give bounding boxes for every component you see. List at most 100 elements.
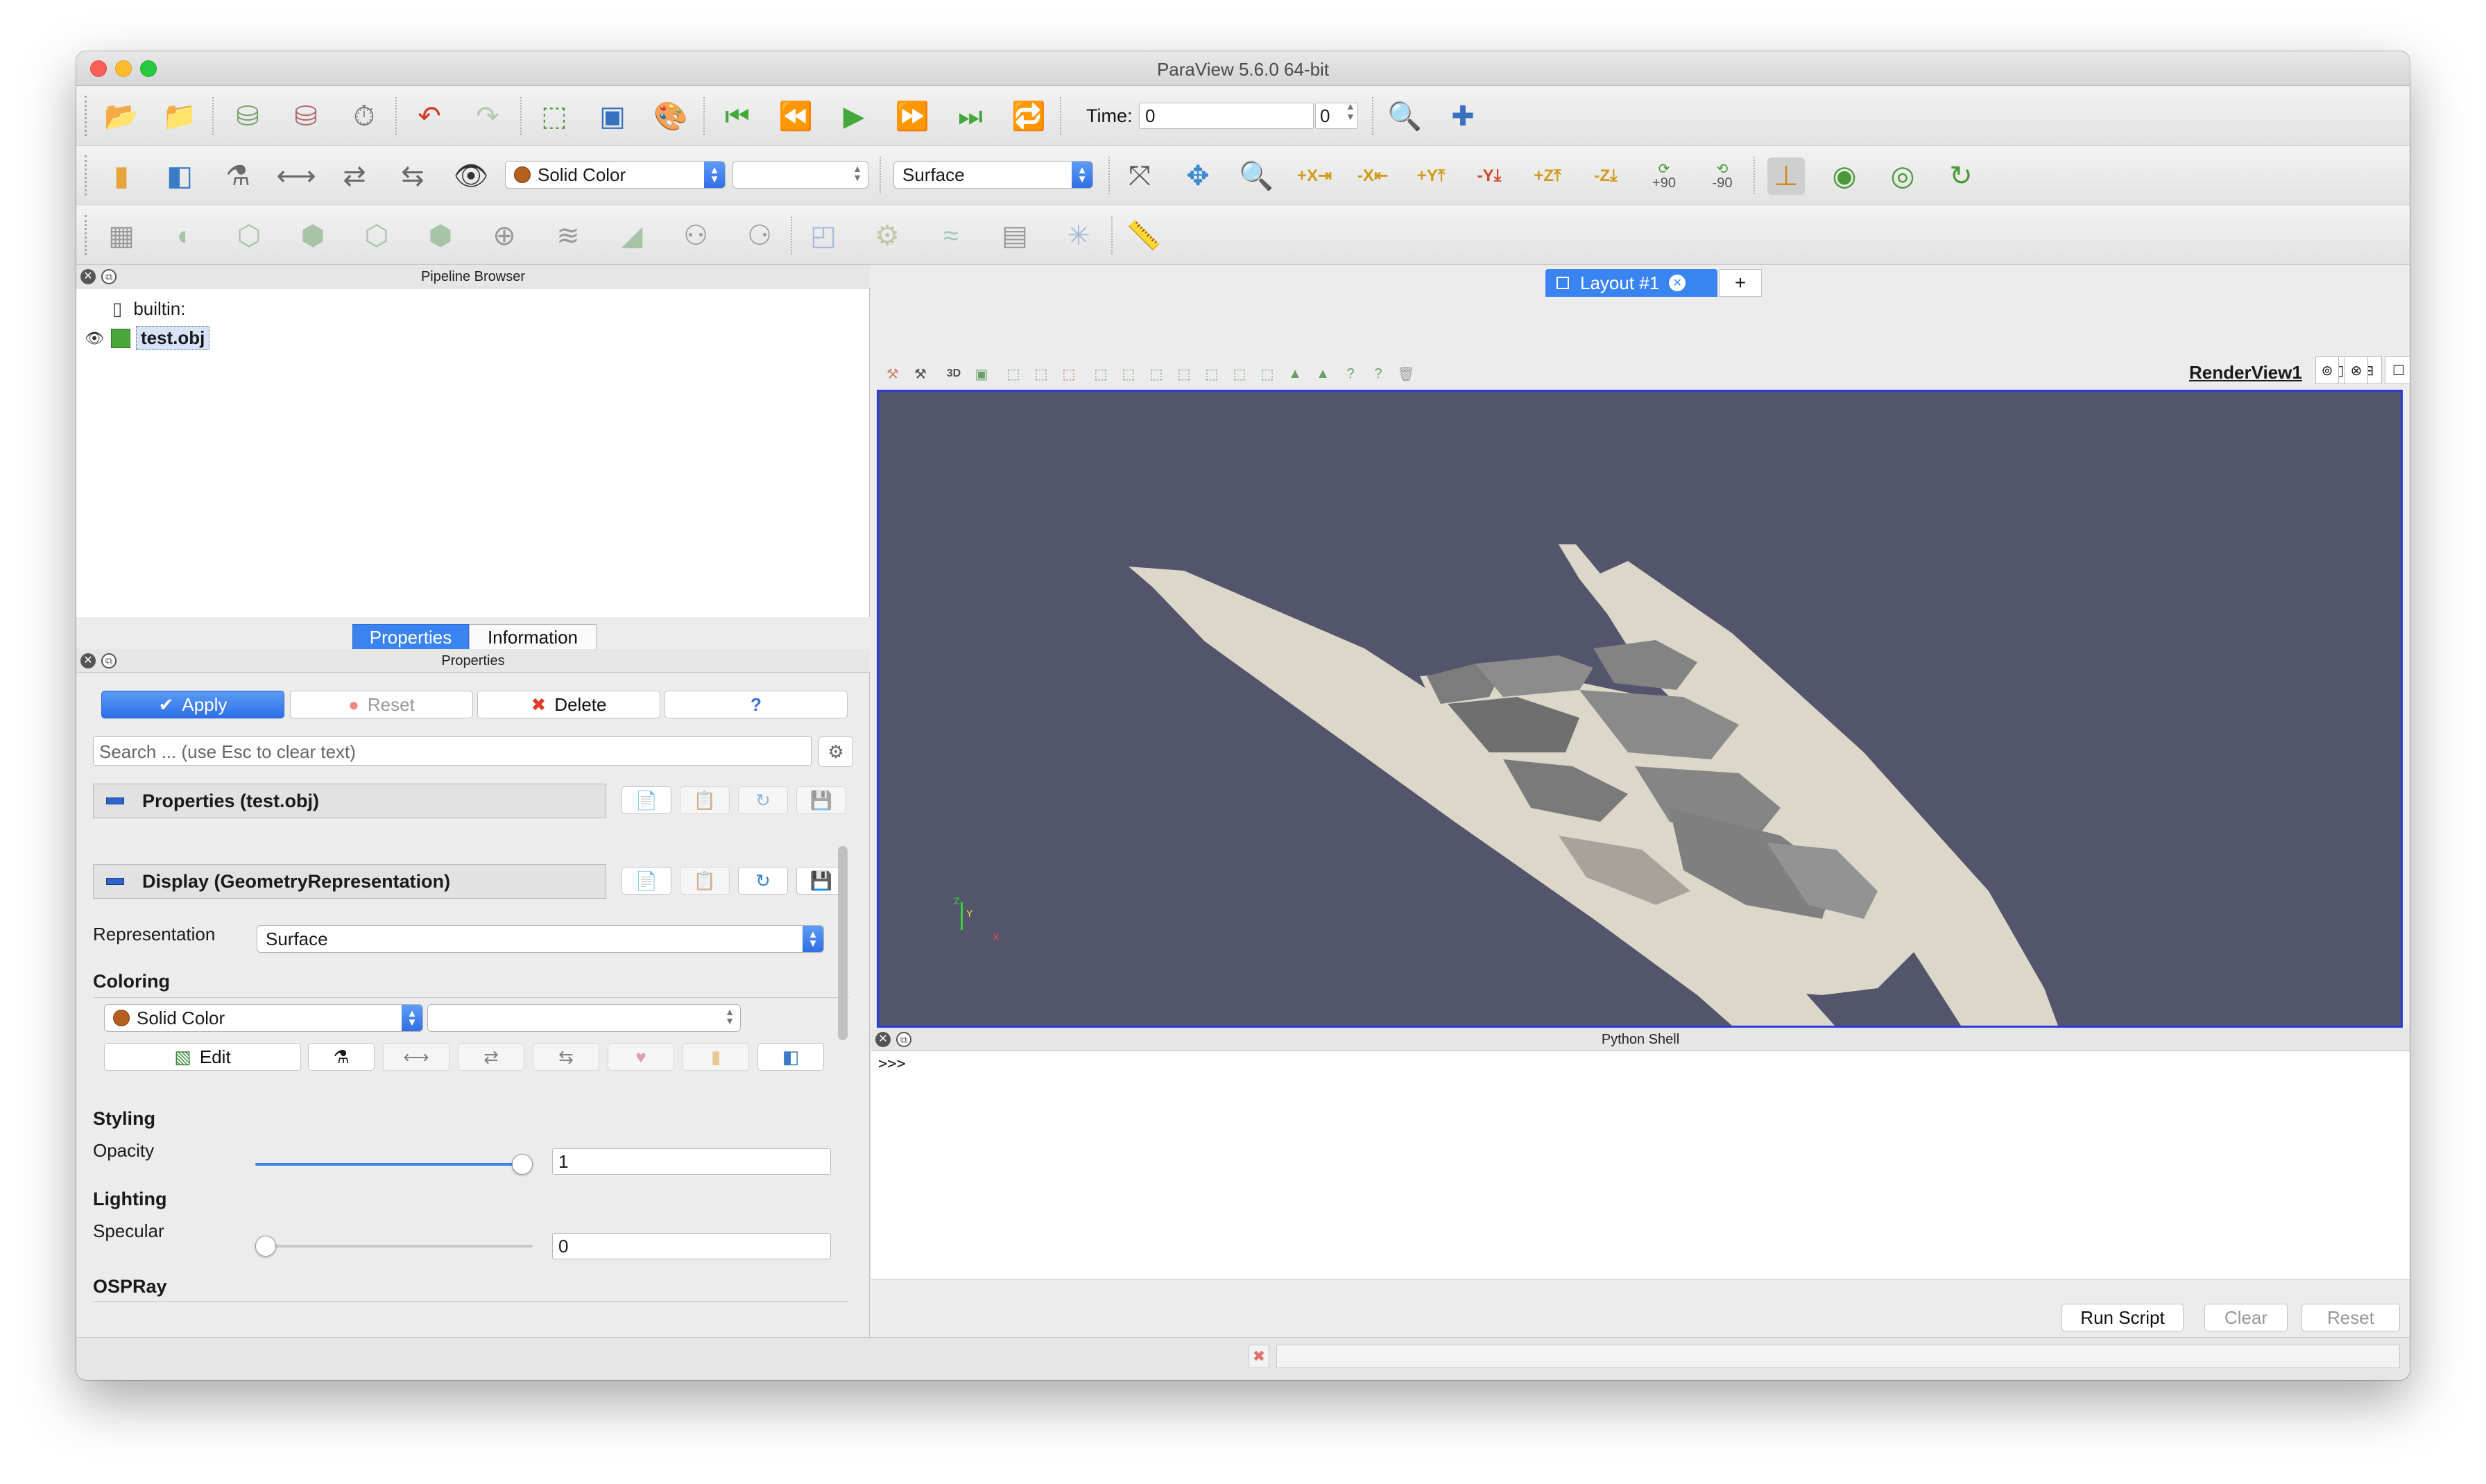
plot-over-line-icon[interactable]: ≈ — [932, 217, 970, 254]
capture-icon[interactable]: ⚒ — [910, 363, 931, 384]
undo-icon[interactable]: ↶ — [411, 98, 448, 135]
view-plus-x-icon[interactable]: +X ⇥ — [1296, 157, 1333, 195]
show-center-icon[interactable]: ◉ — [1826, 157, 1863, 195]
representation-select[interactable]: Surface ▲ ▼ — [257, 925, 824, 953]
properties-scrollbar[interactable] — [838, 846, 848, 1040]
edit-color-map-icon[interactable]: ◧ — [161, 157, 198, 195]
last-frame-icon[interactable]: ⏭ — [952, 98, 989, 135]
disconnect-icon[interactable]: ⛁ — [287, 98, 325, 135]
close-view-icon[interactable]: ⊗ — [2344, 356, 2368, 384]
color-palette-icon[interactable]: 🎨 — [652, 98, 689, 135]
time-index-stepper-icon[interactable]: ▲ ▼ — [1346, 101, 1355, 123]
open-icon[interactable]: 📂 — [103, 98, 140, 135]
component-combobox[interactable]: ▲ ▼ — [732, 161, 868, 189]
rescale-custom-range-icon[interactable]: ⇄ — [458, 1043, 524, 1071]
warp-by-vector-icon[interactable]: ◢ — [613, 217, 651, 254]
close-icon[interactable]: ✕ — [80, 269, 96, 284]
add-layout-tab[interactable]: + — [1719, 269, 1762, 297]
render-view-canvas[interactable]: Z Y X — [877, 390, 2403, 1028]
save-defaults-icon[interactable]: 💾 — [796, 786, 846, 814]
close-icon[interactable]: ✕ — [80, 653, 96, 668]
copy-icon[interactable]: 📄 — [622, 786, 671, 814]
undock-icon[interactable]: ⧉ — [101, 269, 117, 284]
undock-icon[interactable]: ⧉ — [896, 1032, 911, 1047]
save-screenshot-icon[interactable]: ▣ — [594, 98, 631, 135]
view-plus-z-icon[interactable]: +Z ⤒ — [1529, 157, 1566, 195]
redo-icon[interactable]: ↷ — [469, 98, 506, 135]
reset-camera-icon[interactable]: ⤧ — [1121, 157, 1158, 195]
first-frame-icon[interactable]: ⏮ — [719, 98, 756, 135]
toolbar-grip[interactable] — [85, 155, 90, 196]
rotate-minus-90-icon[interactable]: ⟲ -90 — [1704, 157, 1741, 195]
select-frustum-icon[interactable]: ⬚ — [1058, 363, 1079, 384]
query-selection-icon[interactable]: ? — [1368, 363, 1389, 384]
slider-knob[interactable] — [512, 1154, 533, 1175]
next-frame-icon[interactable]: ⏩ — [893, 98, 931, 135]
show-orientation-axes-icon[interactable]: ⊥ — [1767, 157, 1805, 195]
slider-knob[interactable] — [255, 1236, 276, 1257]
edit-color-map-icon[interactable]: ◧ — [757, 1043, 824, 1071]
clear-button[interactable]: Clear — [2204, 1304, 2288, 1331]
reset-center-icon[interactable]: ◎ — [1884, 157, 1921, 195]
properties-search-input[interactable]: Search ... (use Esc to clear text) — [93, 736, 812, 766]
previous-frame-icon[interactable]: ⏪ — [777, 98, 814, 135]
rescale-range-icon[interactable]: ⟷ — [383, 1043, 449, 1071]
output-messages-icon[interactable]: ✖ — [1249, 1345, 1269, 1368]
rotate-plus-90-icon[interactable]: ⟳ +90 — [1645, 157, 1683, 195]
plot-selection-icon[interactable]: ✳ — [1060, 217, 1097, 254]
reset-range-icon[interactable]: ⚗ — [219, 157, 257, 195]
probe-icon[interactable]: ⚙ — [868, 217, 906, 254]
view-minus-z-icon[interactable]: -Z ⤓ — [1587, 157, 1625, 195]
reset-range-icon[interactable]: ⚗ — [308, 1043, 375, 1071]
clip-icon[interactable]: ⬡ — [230, 217, 268, 254]
loop-icon[interactable]: 🔁 — [1010, 98, 1047, 135]
section-properties-test-obj[interactable]: Properties (test.obj) — [93, 784, 606, 818]
pipeline-item-builtin[interactable]: ▯ builtin: — [112, 298, 185, 320]
toolbar-grip[interactable] — [85, 215, 90, 255]
connect-icon[interactable]: ⛁ — [229, 98, 266, 135]
toggle-3d-button[interactable]: 3D — [943, 363, 964, 384]
python-console[interactable]: >>> — [871, 1051, 2410, 1280]
interactive-select-icon[interactable]: ⬚ — [1146, 363, 1167, 384]
screenshot-icon[interactable]: ▣ — [971, 363, 992, 384]
coloring-component-select[interactable]: ▲ ▼ — [427, 1004, 741, 1032]
threshold-icon[interactable]: ⬡ — [358, 217, 395, 254]
shrink-selection-icon[interactable]: ⬚ — [1257, 363, 1278, 384]
pick-center-icon[interactable]: ↻ — [1942, 157, 1980, 195]
stream-tracer-icon[interactable]: ≋ — [549, 217, 587, 254]
hover-cells-icon[interactable]: ⬚ — [1201, 363, 1222, 384]
specular-slider[interactable] — [255, 1236, 533, 1257]
view-minus-y-icon[interactable]: -Y ⤓ — [1471, 157, 1508, 195]
select-polygon-icon[interactable]: ⬚ — [1090, 363, 1111, 384]
hover-points-icon[interactable]: ⬚ — [1174, 363, 1194, 384]
slice-icon[interactable]: ⬢ — [294, 217, 332, 254]
reload-icon[interactable]: ↻ — [738, 786, 788, 814]
tab-information[interactable]: Information — [469, 624, 597, 650]
run-script-button[interactable]: Run Script — [2061, 1304, 2184, 1331]
recent-open-icon[interactable]: 📁 — [161, 98, 198, 135]
color-legend-icon[interactable]: ▮ — [103, 157, 140, 195]
reset-button[interactable]: ● Reset — [290, 691, 473, 718]
paste-icon[interactable]: 📋 — [680, 786, 730, 814]
paste-icon[interactable]: 📋 — [680, 867, 730, 895]
zoom-to-data-icon[interactable]: ✥ — [1179, 157, 1217, 195]
undock-icon[interactable]: ⧉ — [101, 653, 117, 668]
time-input[interactable]: 0 — [1139, 103, 1314, 129]
rescale-temporal-range-icon[interactable]: ⇆ — [394, 157, 431, 195]
select-points-icon[interactable]: ⬚ — [1003, 363, 1024, 384]
play-icon[interactable]: ▶ — [835, 98, 873, 135]
layout-tab[interactable]: Layout #1 ✕ — [1545, 269, 1717, 297]
close-icon[interactable]: ✕ — [1669, 275, 1686, 291]
select-block-icon[interactable]: ⬚ — [1118, 363, 1139, 384]
clear-selection-icon[interactable]: ▲ — [1285, 363, 1305, 384]
select-cells-icon[interactable]: ⬚ — [1031, 363, 1052, 384]
specular-input[interactable]: 0 — [552, 1233, 831, 1259]
coloring-combobox[interactable]: Solid Color ▲ ▼ — [505, 161, 726, 189]
grow-selection-icon[interactable]: ⬚ — [1229, 363, 1250, 384]
maximize-icon[interactable]: ☐ — [2385, 356, 2410, 384]
rescale-visible-range-icon[interactable]: 👁 — [452, 157, 490, 195]
toolbar-grip[interactable] — [85, 96, 90, 136]
help-button[interactable]: ? — [665, 691, 848, 718]
find-data-icon[interactable]: 🔍 — [1386, 98, 1423, 135]
split-tool-icon[interactable]: ⚒ — [882, 363, 903, 384]
